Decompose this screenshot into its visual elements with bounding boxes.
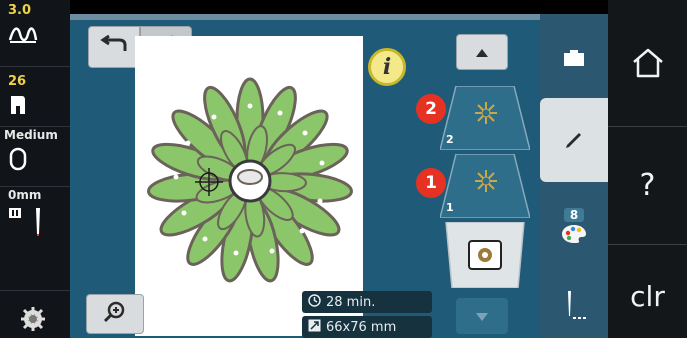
tab-selection[interactable] xyxy=(540,34,608,86)
scroll-up-button[interactable] xyxy=(456,34,508,70)
tab-colors[interactable]: 8 xyxy=(540,200,608,256)
needle-plate-icon xyxy=(8,206,48,244)
layer-2[interactable]: 2 xyxy=(440,86,530,150)
tab-stitch[interactable] xyxy=(540,282,608,334)
stitch-length-value: 26 xyxy=(8,74,27,89)
presser-foot-icon xyxy=(8,94,28,120)
undo-button[interactable] xyxy=(88,26,140,68)
clr-button[interactable]: clr xyxy=(608,266,687,326)
help-label: ? xyxy=(639,167,656,203)
flower-thumbnail-icon xyxy=(472,168,500,198)
status-sidebar: 3.0 26 Medium 0mm xyxy=(0,0,70,338)
home-button[interactable] xyxy=(608,30,687,100)
stitch-time-info: 28 min. xyxy=(302,291,432,313)
presser-foot-label: Medium xyxy=(4,128,58,142)
flower-thumbnail-icon xyxy=(472,100,500,130)
layer-number: 1 xyxy=(446,201,454,214)
design-size-value: 66x76 mm xyxy=(326,319,397,335)
design-size-info: 66x76 mm xyxy=(302,316,432,338)
hoop-thumbnail-icon xyxy=(468,240,502,274)
tab-edit[interactable] xyxy=(540,98,608,182)
presser-foot-pressure[interactable]: Medium xyxy=(0,128,70,184)
upper-thread-tension[interactable]: 3.0 xyxy=(0,0,70,64)
triangle-up-icon xyxy=(475,43,489,62)
layer-1[interactable]: 1 xyxy=(440,154,530,218)
needle-stitch-icon xyxy=(561,290,587,326)
needle-position[interactable]: 0mm xyxy=(0,188,70,244)
pencil-icon xyxy=(563,127,585,153)
tension-value: 3.0 xyxy=(8,3,32,18)
home-icon xyxy=(631,47,665,83)
clock-icon xyxy=(308,293,321,311)
size-icon xyxy=(308,319,321,336)
help-button[interactable]: ? xyxy=(608,150,687,220)
color-count: 8 xyxy=(563,208,585,222)
info-button[interactable]: i xyxy=(368,48,406,86)
layer-badge: 1 xyxy=(416,168,446,198)
palette-icon xyxy=(561,224,587,248)
zoom-in-icon xyxy=(103,300,127,328)
edit-mode-panel: 8 xyxy=(540,14,608,338)
thread-tension-icon xyxy=(8,22,38,50)
layer-all[interactable] xyxy=(440,222,530,288)
stitch-time-value: 28 min. xyxy=(326,294,376,310)
scroll-down-button[interactable] xyxy=(456,298,508,334)
undo-icon xyxy=(99,34,129,59)
triangle-down-icon xyxy=(475,307,489,326)
settings-button[interactable] xyxy=(0,300,70,336)
needle-position-value: 0mm xyxy=(8,188,42,202)
info-icon: i xyxy=(382,54,392,80)
layer-number: 2 xyxy=(446,133,454,146)
embroidery-edit-area: i 2 2 1 1 28 min. 66x76 mm xyxy=(70,14,540,338)
bobbin-icon xyxy=(8,146,28,176)
clr-label: clr xyxy=(630,279,665,313)
zoom-in-button[interactable] xyxy=(86,294,144,334)
stitch-length[interactable]: 26 xyxy=(0,68,70,124)
layer-badge: 2 xyxy=(416,94,446,124)
folder-icon xyxy=(562,48,586,72)
system-bar: ? clr xyxy=(608,0,687,338)
gear-icon xyxy=(20,306,46,336)
